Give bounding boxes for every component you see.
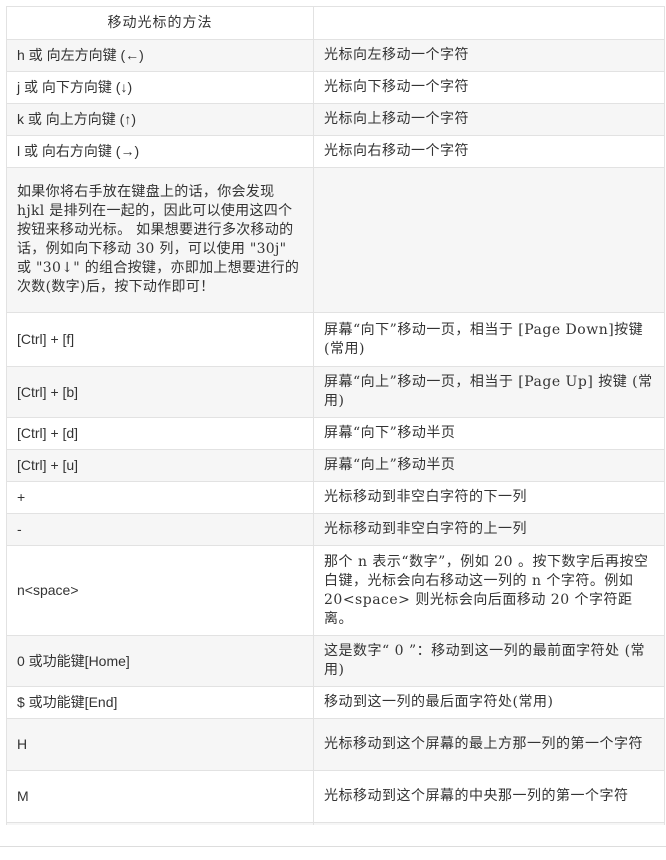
row-desc: 光标移动到这个屏幕的中央那一列的第一个字符	[313, 770, 665, 823]
table-row: j 或 向下方向键 (↓) 光标向下移动一个字符	[6, 71, 665, 104]
page-divider	[0, 846, 666, 847]
row-desc: 屏幕“向上”移动一页，相当于 [Page Up] 按键 (常用)	[313, 366, 665, 418]
table-row: + 光标移动到非空白字符的下一列	[6, 481, 665, 514]
row-key: h 或 向左方向键 (←)	[6, 39, 314, 72]
row-desc: 屏幕“向上”移动半页	[313, 449, 665, 482]
row-desc: 光标移动到非空白字符的下一列	[313, 481, 665, 514]
row-desc: 光标向上移动一个字符	[313, 103, 665, 136]
row-key: M	[6, 770, 314, 823]
row-key: n<space>	[6, 545, 314, 636]
vim-cursor-table: 移动光标的方法 h 或 向左方向键 (←) 光标向左移动一个字符 j 或 向下方…	[6, 6, 665, 825]
row-desc: 那个 n 表示“数字”，例如 20 。按下数字后再按空白键，光标会向右移动这一列…	[313, 545, 665, 636]
row-desc: 移动到这一列的最后面字符处(常用)	[313, 686, 665, 719]
table-row: [Ctrl] + [u] 屏幕“向上”移动半页	[6, 449, 665, 482]
row-key: [Ctrl] + [b]	[6, 366, 314, 418]
table-row: [Ctrl] + [b] 屏幕“向上”移动一页，相当于 [Page Up] 按键…	[6, 366, 665, 418]
table-row: [Ctrl] + [d] 屏幕“向下”移动半页	[6, 417, 665, 450]
row-key: H	[6, 718, 314, 771]
row-desc: 光标移动到非空白字符的上一列	[313, 513, 665, 546]
table-row: h 或 向左方向键 (←) 光标向左移动一个字符	[6, 39, 665, 72]
table-header-empty	[313, 6, 665, 40]
row-key: l 或 向右方向键 (→)	[6, 135, 314, 168]
row-key: k 或 向上方向键 (↑)	[6, 103, 314, 136]
row-desc: 光标向右移动一个字符	[313, 135, 665, 168]
table-row: 如果你将右手放在键盘上的话，你会发现 hjkl 是排列在一起的，因此可以使用这四…	[6, 167, 665, 313]
table-row: n<space> 那个 n 表示“数字”，例如 20 。按下数字后再按空白键，光…	[6, 545, 665, 636]
row-desc: 屏幕“向下”移动一页，相当于 [Page Down]按键 (常用)	[313, 312, 665, 367]
row-desc: 光标移动到这个屏幕的最上方那一列的第一个字符	[313, 718, 665, 771]
row-key: +	[6, 481, 314, 514]
cutoff-cell	[6, 822, 314, 825]
row-key: j 或 向下方向键 (↓)	[6, 71, 314, 104]
hjkl-explanation: 如果你将右手放在键盘上的话，你会发现 hjkl 是排列在一起的，因此可以使用这四…	[6, 167, 314, 313]
table-row: $ 或功能键[End] 移动到这一列的最后面字符处(常用)	[6, 686, 665, 719]
cutoff-cell	[313, 822, 665, 825]
row-key: 0 或功能键[Home]	[6, 635, 314, 687]
row-desc: 光标向左移动一个字符	[313, 39, 665, 72]
table-row: l 或 向右方向键 (→) 光标向右移动一个字符	[6, 135, 665, 168]
table-row: [Ctrl] + [f] 屏幕“向下”移动一页，相当于 [Page Down]按…	[6, 312, 665, 367]
table-row: - 光标移动到非空白字符的上一列	[6, 513, 665, 546]
table-row-cutoff	[6, 822, 665, 825]
row-desc: 光标向下移动一个字符	[313, 71, 665, 104]
table-header-row: 移动光标的方法	[6, 6, 665, 40]
table-header-method: 移动光标的方法	[6, 6, 314, 40]
row-desc: 这是数字“ 0 ”：移动到这一列的最前面字符处 (常用)	[313, 635, 665, 687]
row-key: $ 或功能键[End]	[6, 686, 314, 719]
row-key: -	[6, 513, 314, 546]
table-row: H 光标移动到这个屏幕的最上方那一列的第一个字符	[6, 718, 665, 771]
row-key: [Ctrl] + [d]	[6, 417, 314, 450]
row-key: [Ctrl] + [u]	[6, 449, 314, 482]
row-desc	[313, 167, 665, 313]
table-row: M 光标移动到这个屏幕的中央那一列的第一个字符	[6, 770, 665, 823]
table-row: 0 或功能键[Home] 这是数字“ 0 ”：移动到这一列的最前面字符处 (常用…	[6, 635, 665, 687]
row-key: [Ctrl] + [f]	[6, 312, 314, 367]
table-row: k 或 向上方向键 (↑) 光标向上移动一个字符	[6, 103, 665, 136]
row-desc: 屏幕“向下”移动半页	[313, 417, 665, 450]
